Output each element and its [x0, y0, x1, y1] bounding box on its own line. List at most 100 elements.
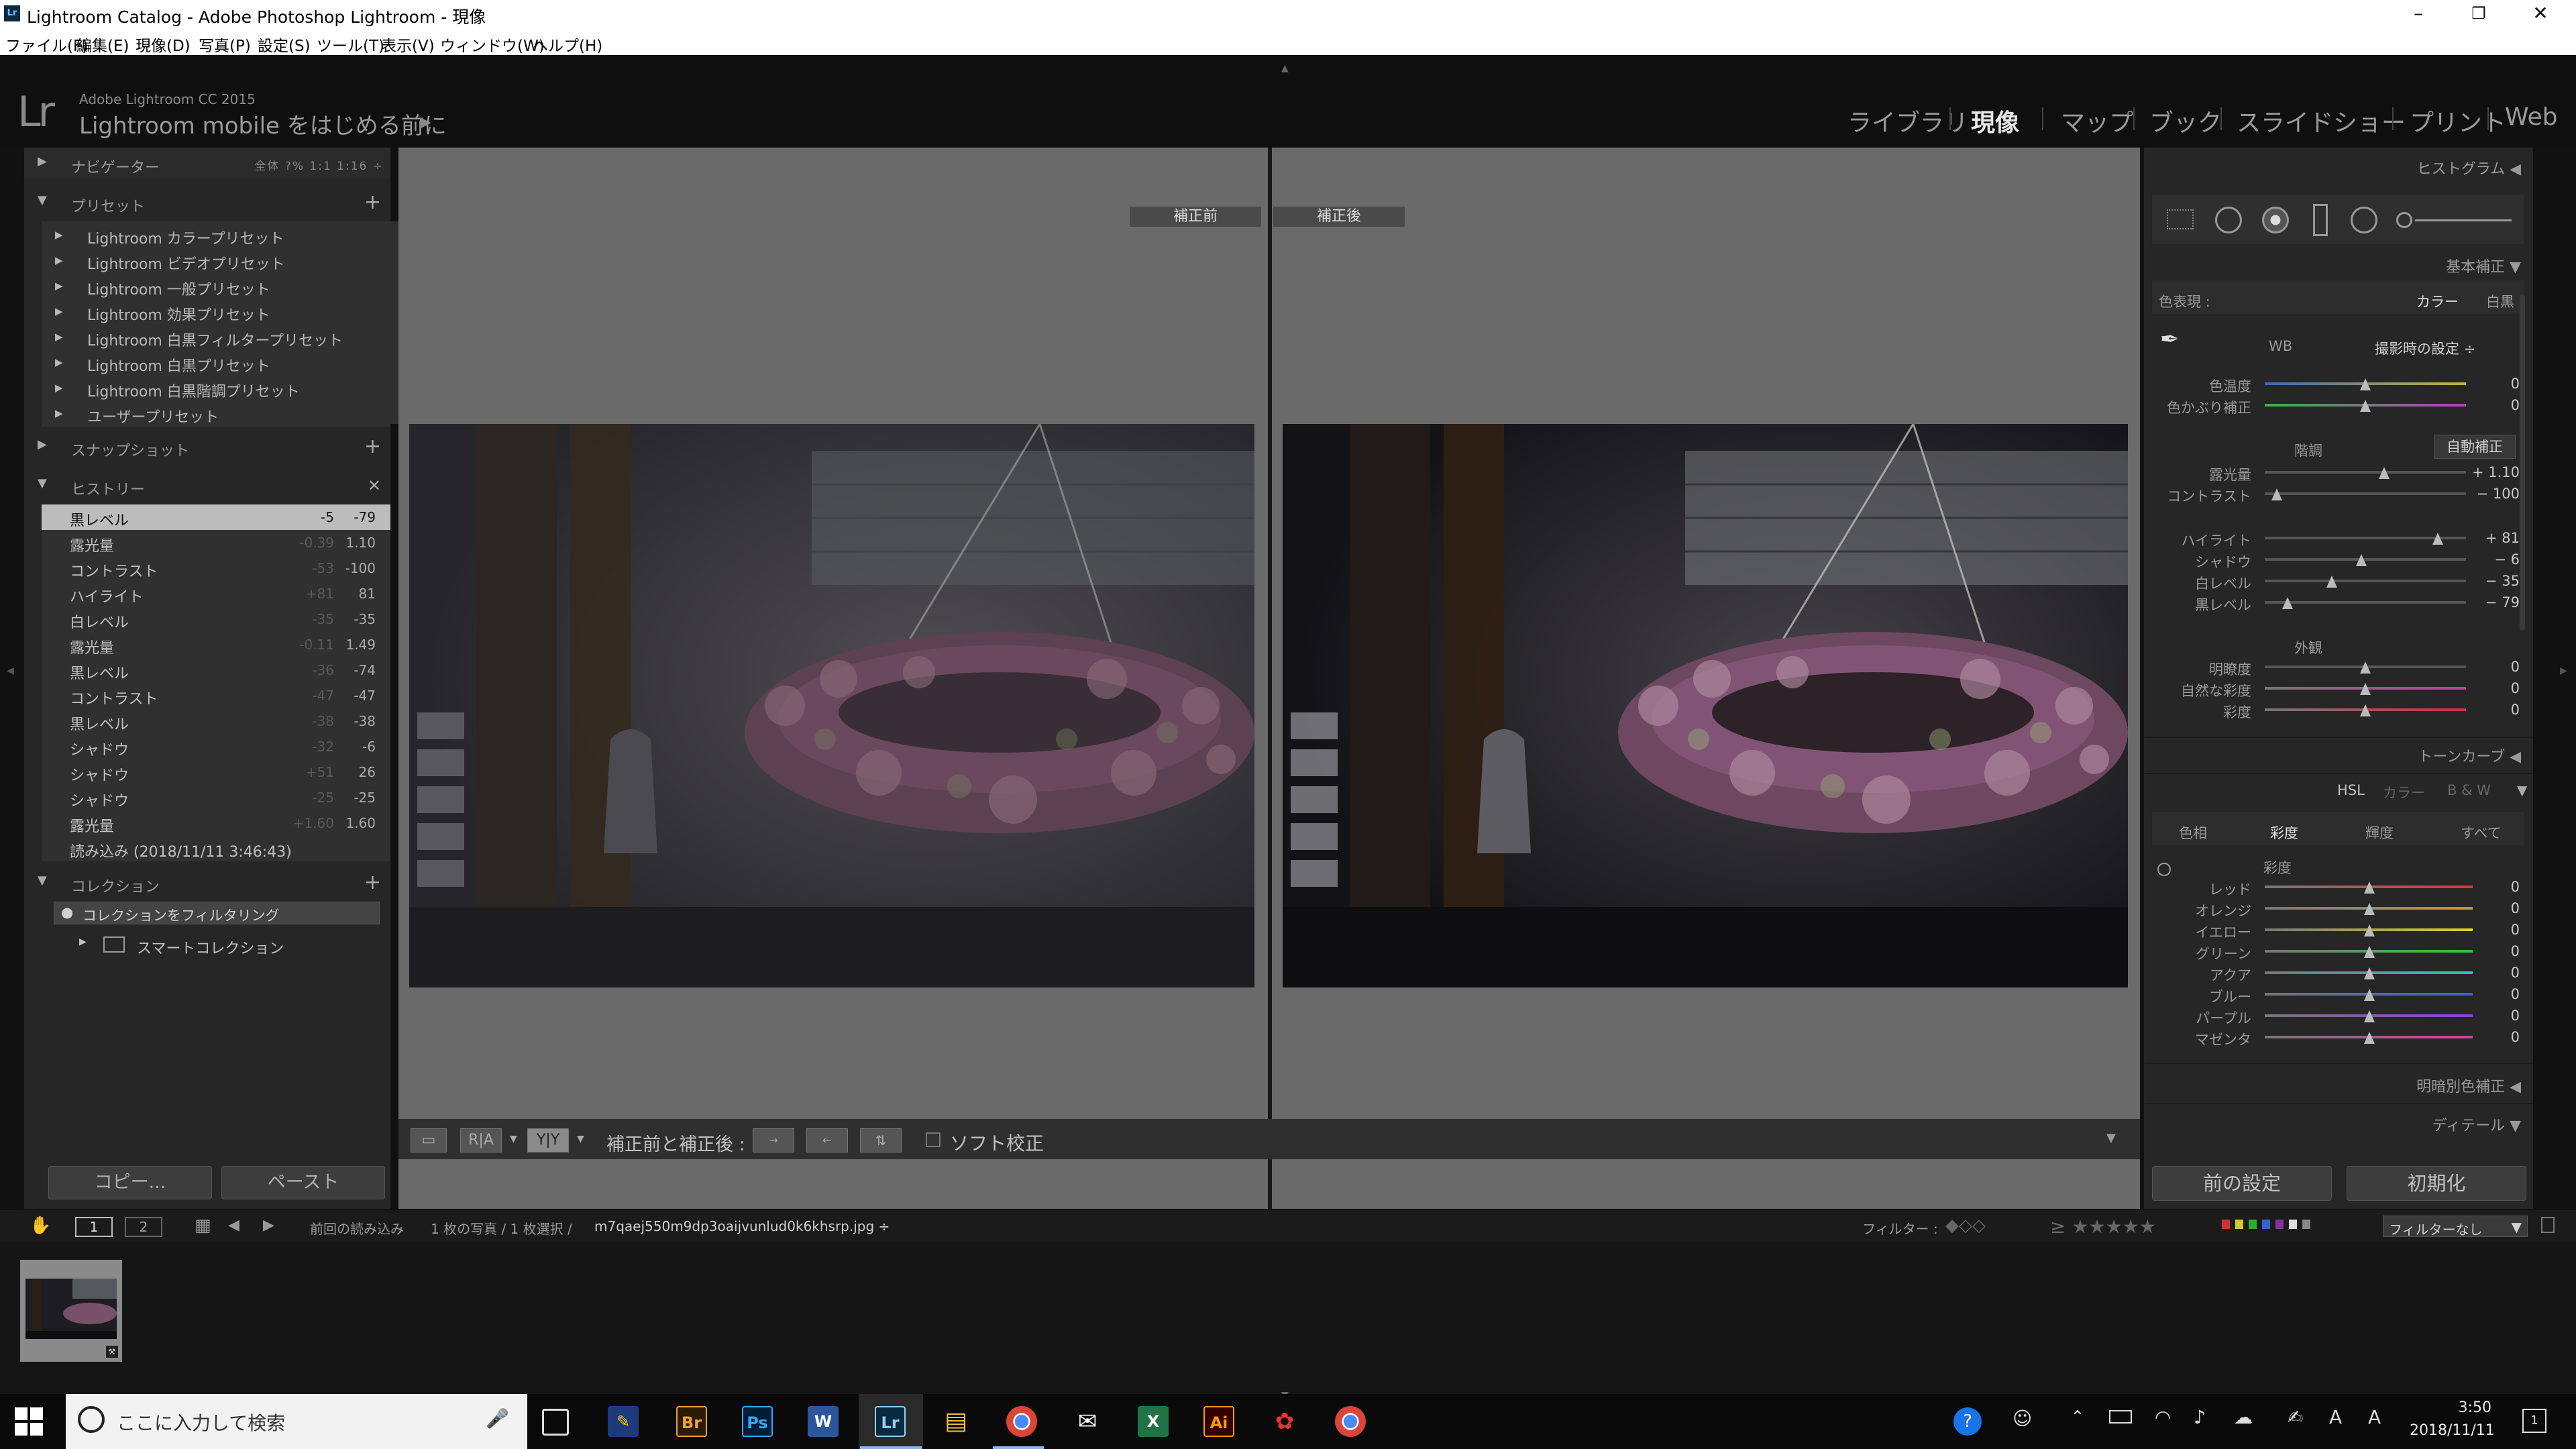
crop-tool-icon[interactable] — [2167, 209, 2194, 229]
hsl-magenta-value[interactable]: 0 — [2511, 1029, 2520, 1045]
hsl-yellow-value[interactable]: 0 — [2511, 922, 2520, 938]
reset-button[interactable]: 初期化 — [2347, 1166, 2526, 1201]
blue-label-icon[interactable] — [2262, 1220, 2270, 1229]
windows-start-icon[interactable] — [15, 1407, 43, 1436]
menu-file[interactable]: ファイル(F) — [5, 33, 88, 56]
swap-before-after-button[interactable]: ⇅ — [860, 1128, 902, 1152]
saturation-thumb[interactable] — [2360, 704, 2371, 716]
bw-tab[interactable]: B & W — [2447, 782, 2491, 798]
back-arrow-icon[interactable]: ◀ — [228, 1217, 239, 1234]
vibrance-value[interactable]: 0 — [2511, 680, 2520, 696]
clock-date[interactable]: 2018/11/11 — [2410, 1422, 2495, 1439]
brush-size-track[interactable] — [2415, 219, 2512, 221]
adjustment-brush-icon[interactable] — [2396, 212, 2412, 228]
hsl-green-thumb[interactable] — [2364, 946, 2375, 958]
smart-collection-folder[interactable]: ▶ スマートコレクション — [78, 934, 380, 958]
graduated-filter-icon[interactable] — [2313, 204, 2328, 236]
battery-icon[interactable] — [2109, 1410, 2132, 1424]
collapse-right-icon[interactable]: ▶ — [2560, 665, 2567, 676]
microphone-icon[interactable]: 🎤 — [486, 1407, 509, 1430]
module-develop[interactable]: 現像 — [1971, 103, 2019, 138]
notification-icon[interactable]: 1 — [2522, 1409, 2546, 1433]
bridge-app-icon[interactable]: Br — [676, 1406, 707, 1437]
hsl-red-value[interactable]: 0 — [2511, 879, 2520, 895]
dropdown-icon[interactable]: ▼ — [510, 1134, 517, 1144]
collapse-top-icon[interactable]: ▲ — [1281, 63, 1289, 74]
history-header[interactable]: ▼ ヒストリー ✕ — [24, 470, 390, 500]
flag-filter-icons[interactable]: ◆◇◇ — [1945, 1216, 1986, 1236]
forward-arrow-icon[interactable]: ▶ — [263, 1217, 274, 1234]
after-photo[interactable] — [1283, 424, 2128, 987]
blacks-track[interactable] — [2265, 601, 2466, 604]
history-item[interactable]: 黒レベル -38 -38 — [42, 708, 390, 734]
history-item[interactable]: 露光量 +1.60 1.60 — [42, 810, 390, 836]
blacks-thumb[interactable] — [2282, 597, 2293, 609]
source-label[interactable]: 前回の読み込み — [310, 1218, 404, 1238]
exposure-value[interactable]: + 1.10 — [2472, 464, 2520, 480]
softproof-checkbox[interactable] — [926, 1132, 941, 1147]
history-item[interactable]: シャドウ +51 26 — [42, 759, 390, 785]
clock-time[interactable]: 3:50 — [2438, 1399, 2491, 1416]
history-item[interactable]: 露光量 -0.11 1.49 — [42, 632, 390, 657]
collapse-icon[interactable]: ▼ — [2517, 782, 2527, 798]
close-button[interactable]: ✕ — [2510, 0, 2571, 30]
play-icon[interactable]: ▶ — [420, 114, 431, 131]
module-map[interactable]: マップ — [2061, 103, 2133, 138]
copy-before-to-after-button[interactable]: → — [753, 1128, 794, 1152]
hsl-hue-tab[interactable]: 色相 — [2179, 822, 2207, 843]
history-item[interactable]: 読み込み (2018/11/11 3:46:43) — [42, 836, 390, 861]
hsl-all-tab[interactable]: すべて — [2461, 822, 2502, 843]
menu-develop[interactable]: 現像(D) — [136, 33, 191, 56]
basic-header[interactable]: 基本補正 ▼ — [2446, 255, 2521, 276]
add-preset-icon[interactable]: + — [364, 191, 381, 214]
preset-folder[interactable]: ▶ Lightroom 一般プリセット — [42, 274, 390, 299]
mobile-text[interactable]: Lightroom mobile をはじめる前に — [79, 107, 447, 140]
maximize-button[interactable]: ❐ — [2449, 0, 2509, 30]
history-item[interactable]: 黒レベル -36 -74 — [42, 657, 390, 683]
history-item[interactable]: シャドウ -25 -25 — [42, 785, 390, 810]
treatment-bw[interactable]: 白黒 — [2486, 291, 2514, 311]
color-tab[interactable]: カラー — [2383, 782, 2425, 802]
highlights-value[interactable]: + 81 — [2485, 530, 2520, 546]
filter-select[interactable]: フィルターなし ▼ — [2383, 1216, 2528, 1238]
hsl-yellow-thumb[interactable] — [2364, 924, 2375, 936]
navigator-header[interactable]: ▶ ナビゲーター 全体 ?% 1:1 1:16 ÷ — [24, 148, 390, 178]
temp-value[interactable]: 0 — [2511, 376, 2520, 392]
menu-window[interactable]: ウィンドウ(W) — [440, 33, 545, 56]
previous-settings-button[interactable]: 前の設定 — [2152, 1166, 2332, 1201]
contrast-value[interactable]: − 100 — [2477, 486, 2520, 502]
preset-folder[interactable]: ▶ Lightroom ビデオプリセット — [42, 248, 390, 274]
auto-tone-button[interactable]: 自動補正 — [2434, 435, 2516, 459]
wifi-icon[interactable]: ◠ — [2155, 1406, 2171, 1428]
chrome-app-icon[interactable] — [1006, 1406, 1037, 1437]
target-adjust-icon[interactable] — [2157, 863, 2171, 876]
ime-mode-icon[interactable]: A — [2368, 1406, 2381, 1428]
detail-header[interactable]: ディテール ▼ — [2432, 1114, 2521, 1135]
chrome-app-icon[interactable] — [1335, 1406, 1366, 1437]
preset-folder[interactable]: ▶ Lightroom 白黒階調プリセット — [42, 376, 390, 401]
filter-lock-icon[interactable] — [2541, 1217, 2555, 1233]
filmstrip-thumbnail[interactable]: ⚒ — [20, 1260, 122, 1362]
history-item[interactable]: ハイライト +81 81 — [42, 581, 390, 606]
treatment-color[interactable]: カラー — [2416, 291, 2459, 311]
pen-icon[interactable]: ✍ — [2288, 1406, 2303, 1428]
second-window-button[interactable]: 2 — [125, 1217, 162, 1237]
saturation-value[interactable]: 0 — [2511, 702, 2520, 718]
menu-photo[interactable]: 写真(P) — [199, 33, 251, 56]
tint-thumb[interactable] — [2360, 400, 2371, 412]
add-snapshot-icon[interactable]: + — [364, 435, 381, 458]
history-item[interactable]: コントラスト -53 -100 — [42, 555, 390, 581]
loupe-view-button[interactable]: ▭ — [411, 1128, 447, 1152]
green-label-icon[interactable] — [2249, 1220, 2257, 1229]
copy-button[interactable]: コピー... — [48, 1166, 212, 1199]
module-web[interactable]: Web — [2505, 103, 2558, 131]
before-after-lr-button[interactable]: R|A — [460, 1128, 502, 1152]
module-book[interactable]: ブック — [2149, 103, 2222, 138]
menu-view[interactable]: 表示(V) — [381, 33, 435, 56]
purple-label-icon[interactable] — [2275, 1220, 2284, 1229]
history-item[interactable]: 白レベル -35 -35 — [42, 606, 390, 632]
spot-removal-icon[interactable] — [2215, 207, 2242, 233]
red-label-icon[interactable] — [2222, 1220, 2230, 1229]
temp-thumb[interactable] — [2360, 378, 2371, 390]
contrast-thumb[interactable] — [2271, 488, 2282, 500]
